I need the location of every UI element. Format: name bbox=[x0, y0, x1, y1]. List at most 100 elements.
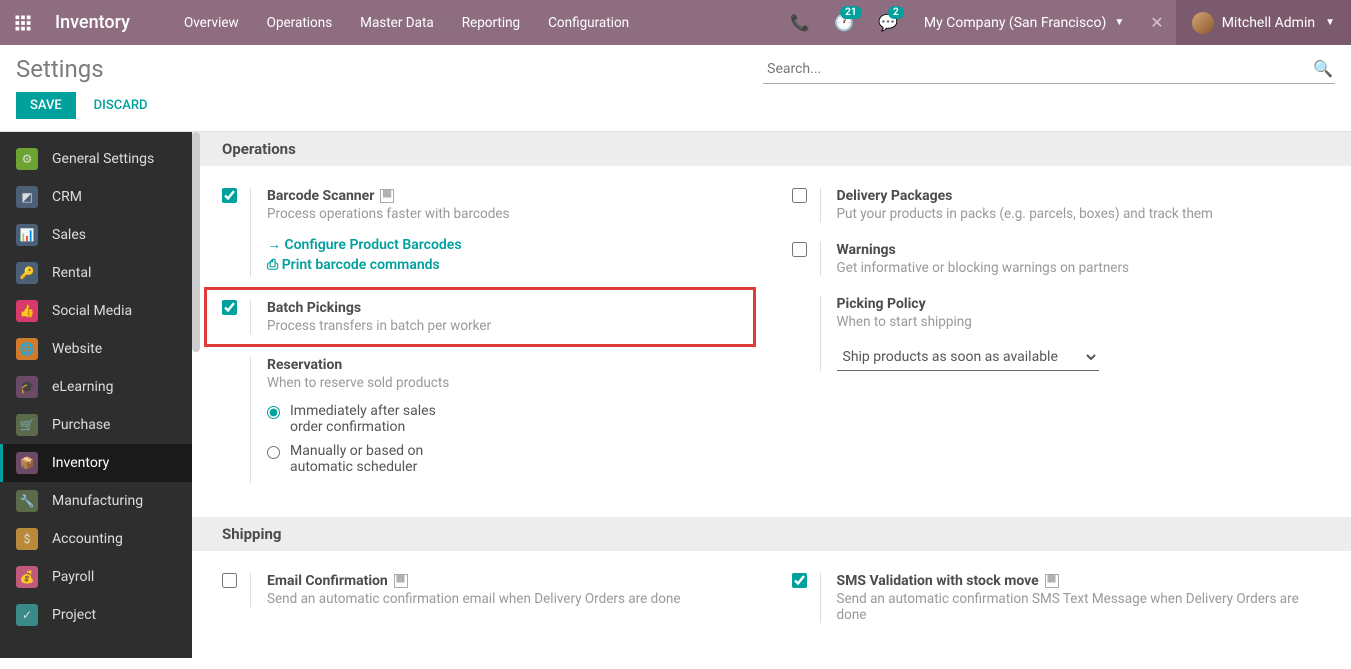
setting-batch-pickings: Batch Pickings Process transfers in batc… bbox=[204, 287, 756, 347]
reservation-radio-immediate[interactable]: Immediately after sales order confirmati… bbox=[267, 403, 467, 435]
nav-right: 📞 🕐21 💬2 My Company (San Francisco) ▼ ✕ M… bbox=[778, 0, 1351, 45]
sidebar-icon: 👍 bbox=[16, 300, 38, 322]
reservation-radio-1[interactable] bbox=[267, 406, 280, 419]
sidebar-item-label: Social Media bbox=[52, 303, 132, 319]
page-title: Settings bbox=[16, 55, 104, 83]
company-name: My Company (San Francisco) bbox=[924, 15, 1106, 31]
chat-icon[interactable]: 💬2 bbox=[866, 0, 910, 45]
phone-icon[interactable]: 📞 bbox=[778, 0, 822, 45]
setting-reservation: Reservation When to reserve sold product… bbox=[222, 347, 752, 493]
sidebar-icon: 🛒 bbox=[16, 414, 38, 436]
app-brand[interactable]: Inventory bbox=[45, 12, 150, 33]
setting-sms-validation: SMS Validation with stock move Send an a… bbox=[792, 563, 1322, 633]
sidebar-item-elearning[interactable]: 🎓 eLearning bbox=[0, 368, 192, 406]
warnings-desc: Get informative or blocking warnings on … bbox=[837, 260, 1322, 276]
sidebar-icon: 📦 bbox=[16, 452, 38, 474]
batch-title: Batch Pickings bbox=[267, 300, 749, 316]
sidebar-icon: 🎓 bbox=[16, 376, 38, 398]
sidebar-item-accounting[interactable]: $ Accounting bbox=[0, 520, 192, 558]
company-switcher[interactable]: My Company (San Francisco) ▼ bbox=[910, 15, 1138, 31]
scrollbar-thumb[interactable] bbox=[192, 132, 200, 352]
sidebar-item-website[interactable]: 🌐Website bbox=[0, 330, 192, 368]
user-menu[interactable]: Mitchell Admin ▼ bbox=[1176, 0, 1351, 45]
operations-right-col: Delivery Packages Put your products in p… bbox=[792, 178, 1322, 493]
shipping-grid: Email Confirmation Send an automatic con… bbox=[192, 551, 1351, 657]
nav-configuration[interactable]: Configuration bbox=[534, 0, 643, 45]
sidebar-item-purchase[interactable]: 🛒 Purchase bbox=[0, 406, 192, 444]
policy-select[interactable]: Ship products as soon as available bbox=[837, 344, 1099, 371]
reservation-radio-2[interactable] bbox=[267, 446, 280, 459]
sidebar-item-label: General Settings bbox=[52, 151, 154, 167]
setting-barcode: Barcode Scanner Process operations faste… bbox=[222, 178, 752, 287]
nav-master-data[interactable]: Master Data bbox=[346, 0, 448, 45]
reservation-radio-manual[interactable]: Manually or based on automatic scheduler bbox=[267, 443, 467, 475]
control-bar: Settings 🔍 bbox=[0, 45, 1351, 84]
operations-grid: Barcode Scanner Process operations faste… bbox=[192, 166, 1351, 517]
activity-icon[interactable]: 🕐21 bbox=[822, 0, 866, 45]
warnings-title: Warnings bbox=[837, 242, 1322, 258]
user-name: Mitchell Admin bbox=[1222, 15, 1315, 31]
print-barcode-link[interactable]: Print barcode commands bbox=[267, 257, 752, 273]
sidebar-item-crm[interactable]: ◩ CRM bbox=[0, 178, 192, 216]
section-operations-head: Operations bbox=[192, 132, 1351, 166]
sms-checkbox[interactable] bbox=[792, 573, 807, 588]
sidebar-icon: 📊 bbox=[16, 224, 38, 246]
sidebar-item-manufacturing[interactable]: 🔧Manufacturing bbox=[0, 482, 192, 520]
sidebar-icon: ✓ bbox=[16, 604, 38, 626]
packages-checkbox[interactable] bbox=[792, 188, 807, 203]
sidebar-icon: 🌐 bbox=[16, 338, 38, 360]
search-input[interactable] bbox=[763, 55, 1335, 84]
sidebar-item-label: Project bbox=[52, 607, 96, 623]
warnings-checkbox[interactable] bbox=[792, 242, 807, 257]
barcode-desc: Process operations faster with barcodes bbox=[267, 206, 752, 222]
sidebar-item-label: eLearning bbox=[52, 379, 113, 395]
caret-down-icon: ▼ bbox=[1325, 17, 1335, 28]
policy-desc: When to start shipping bbox=[837, 314, 1322, 330]
caret-down-icon: ▼ bbox=[1114, 17, 1124, 28]
sidebar-item-rental[interactable]: 🔑Rental bbox=[0, 254, 192, 292]
close-icon[interactable]: ✕ bbox=[1138, 13, 1175, 32]
batch-desc: Process transfers in batch per worker bbox=[267, 318, 749, 334]
sidebar-item-social-media[interactable]: 👍 Social Media bbox=[0, 292, 192, 330]
batch-checkbox[interactable] bbox=[222, 300, 237, 315]
main-navbar: Inventory Overview Operations Master Dat… bbox=[0, 0, 1351, 45]
sidebar-icon: 💰 bbox=[16, 566, 38, 588]
section-shipping-head: Shipping bbox=[192, 517, 1351, 551]
sidebar-item-label: CRM bbox=[52, 189, 82, 205]
barcode-checkbox[interactable] bbox=[222, 188, 237, 203]
sidebar-item-payroll[interactable]: 💰 Payroll bbox=[0, 558, 192, 596]
main-area: ⚙General Settings ◩ CRM 📊Sales🔑Rental 👍 Socia… bbox=[0, 132, 1351, 658]
sidebar-item-label: Payroll bbox=[52, 569, 94, 585]
packages-desc: Put your products in packs (e.g. parcels… bbox=[837, 206, 1322, 222]
nav-operations[interactable]: Operations bbox=[253, 0, 347, 45]
nav-reporting[interactable]: Reporting bbox=[448, 0, 534, 45]
setting-packages: Delivery Packages Put your products in p… bbox=[792, 178, 1322, 232]
reservation-title: Reservation bbox=[267, 357, 752, 373]
sidebar-icon: 🔑 bbox=[16, 262, 38, 284]
setting-picking-policy: Picking Policy When to start shipping Sh… bbox=[792, 286, 1322, 381]
apps-icon[interactable] bbox=[0, 0, 45, 45]
sidebar-item-label: Purchase bbox=[52, 417, 110, 433]
sidebar-icon: $ bbox=[16, 528, 38, 550]
nav-overview[interactable]: Overview bbox=[170, 0, 253, 45]
sidebar-item-project[interactable]: ✓ Project bbox=[0, 596, 192, 634]
chat-badge: 2 bbox=[888, 6, 904, 19]
configure-barcodes-link[interactable]: Configure Product Barcodes bbox=[267, 236, 752, 253]
sidebar-item-inventory[interactable]: 📦Inventory bbox=[0, 444, 192, 482]
reservation-desc: When to reserve sold products bbox=[267, 375, 752, 391]
building-icon bbox=[380, 189, 394, 203]
sms-title: SMS Validation with stock move bbox=[837, 573, 1039, 589]
sidebar-item-label: Accounting bbox=[52, 531, 123, 547]
building-icon bbox=[394, 574, 408, 588]
email-checkbox[interactable] bbox=[222, 573, 237, 588]
email-desc: Send an automatic confirmation email whe… bbox=[267, 591, 752, 607]
search-icon[interactable]: 🔍 bbox=[1313, 59, 1333, 78]
sidebar-icon: ◩ bbox=[16, 186, 38, 208]
policy-title: Picking Policy bbox=[837, 296, 1322, 312]
discard-button[interactable]: DISCARD bbox=[80, 92, 162, 119]
sidebar-item-sales[interactable]: 📊Sales bbox=[0, 216, 192, 254]
barcode-title: Barcode Scanner bbox=[267, 188, 374, 204]
save-button[interactable]: SAVE bbox=[16, 92, 76, 119]
sidebar-item-general-settings[interactable]: ⚙General Settings bbox=[0, 140, 192, 178]
setting-email-confirm: Email Confirmation Send an automatic con… bbox=[222, 563, 752, 617]
